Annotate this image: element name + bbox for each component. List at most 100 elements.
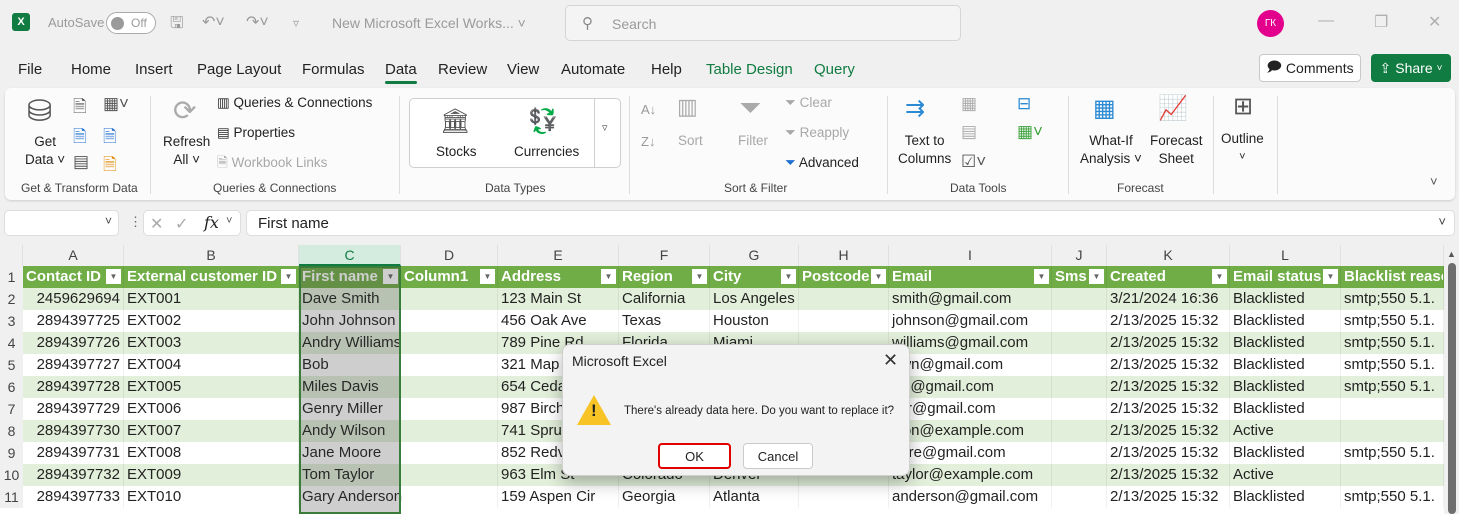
table-cell[interactable] <box>799 288 889 310</box>
undo-icon[interactable]: ↶˅ <box>202 12 225 32</box>
table-cell[interactable]: lson@example.com <box>889 420 1052 442</box>
table-header-cell[interactable]: Email status ▼ <box>1230 266 1341 288</box>
clear-filter-button[interactable]: ⏷ Clear <box>785 94 832 112</box>
sort-z-a-icon[interactable]: Z↓ <box>641 134 655 149</box>
table-cell[interactable]: williams@gmail.com <box>889 332 1052 354</box>
table-cell[interactable]: Blacklisted <box>1230 354 1341 376</box>
table-cell[interactable] <box>401 310 498 332</box>
column-header[interactable]: B <box>124 245 299 266</box>
row-header[interactable]: 2 <box>0 288 23 310</box>
table-cell[interactable]: 2/13/2025 15:32 <box>1107 332 1230 354</box>
table-cell[interactable]: Los Angeles <box>710 288 799 310</box>
table-cell[interactable]: own@gmail.com <box>889 354 1052 376</box>
table-cell[interactable]: Andy Wilson <box>299 420 401 442</box>
existing-connections-icon[interactable]: 🗎 <box>103 152 117 181</box>
workbook-links-button[interactable]: 🗎 Workbook Links <box>217 154 327 172</box>
table-header-cell[interactable]: Postcode ▼ <box>799 266 889 288</box>
table-cell[interactable] <box>401 464 498 486</box>
table-cell[interactable]: Texas <box>619 310 710 332</box>
filter-dropdown-icon[interactable]: ▼ <box>281 269 296 284</box>
table-cell[interactable]: Blacklisted <box>1230 310 1341 332</box>
insert-function-icon[interactable]: fx <box>204 213 219 232</box>
table-cell[interactable]: smtp;550 5.1. <box>1341 376 1444 398</box>
confirm-entry-icon[interactable]: ✓ <box>175 214 188 234</box>
table-cell[interactable]: 3/21/2024 16:36 <box>1107 288 1230 310</box>
table-cell[interactable]: 2/13/2025 15:32 <box>1107 420 1230 442</box>
table-cell[interactable]: 2894397733 <box>23 486 124 508</box>
table-cell[interactable]: Blacklisted <box>1230 442 1341 464</box>
table-header-cell[interactable]: City ▼ <box>710 266 799 288</box>
table-cell[interactable]: Active <box>1230 420 1341 442</box>
table-cell[interactable]: 123 Main St <box>498 288 619 310</box>
table-cell[interactable]: 2/13/2025 15:32 <box>1107 354 1230 376</box>
flash-fill-icon[interactable]: ▦ <box>961 94 977 114</box>
gallery-more-icon[interactable]: ▿ <box>602 121 608 134</box>
table-cell[interactable]: EXT001 <box>124 288 299 310</box>
tab-insert[interactable]: Insert <box>135 61 173 78</box>
table-cell[interactable]: 2/13/2025 15:32 <box>1107 486 1230 508</box>
table-cell[interactable]: EXT002 <box>124 310 299 332</box>
tab-page-layout[interactable]: Page Layout <box>197 61 281 78</box>
table-header-cell[interactable]: Region ▼ <box>619 266 710 288</box>
table-cell[interactable]: smtp;550 5.1. <box>1341 354 1444 376</box>
autosave-toggle[interactable]: Off <box>106 12 156 34</box>
scroll-up-icon[interactable]: ▲ <box>1447 249 1456 259</box>
table-cell[interactable]: John Johnson <box>299 310 401 332</box>
table-cell[interactable] <box>1052 420 1107 442</box>
column-header[interactable]: K <box>1107 245 1230 266</box>
table-cell[interactable]: 2/13/2025 15:32 <box>1107 398 1230 420</box>
table-cell[interactable]: oore@gmail.com <box>889 442 1052 464</box>
filter-dropdown-icon[interactable]: ▼ <box>1323 269 1338 284</box>
queries-connections-button[interactable]: ▥ Queries & Connections <box>217 94 372 112</box>
table-cell[interactable]: vis@gmail.com <box>889 376 1052 398</box>
table-cell[interactable]: 2894397725 <box>23 310 124 332</box>
filter-dropdown-icon[interactable]: ▼ <box>871 269 886 284</box>
table-header-cell[interactable]: Column1 ▼ <box>401 266 498 288</box>
table-cell[interactable]: Blacklisted <box>1230 332 1341 354</box>
tab-table-design[interactable]: Table Design <box>706 61 793 78</box>
row-header[interactable]: 7 <box>0 398 23 420</box>
recent-sources-icon[interactable]: 🗎 <box>103 124 117 153</box>
refresh-all-button[interactable]: Refresh All ˅ <box>163 133 210 169</box>
more-options-icon[interactable]: ⋮ <box>129 214 142 230</box>
relationships-icon[interactable]: ▦˅ <box>1017 122 1043 142</box>
properties-button[interactable]: ▤ Properties <box>217 124 295 142</box>
column-header[interactable]: J <box>1052 245 1107 266</box>
sort-a-z-icon[interactable]: A↓ <box>641 102 656 117</box>
table-cell[interactable] <box>799 486 889 508</box>
table-cell[interactable]: 2/13/2025 15:32 <box>1107 442 1230 464</box>
name-box[interactable]: ˅ <box>4 210 119 236</box>
table-cell[interactable] <box>799 310 889 332</box>
filter-dropdown-icon[interactable]: ▼ <box>480 269 495 284</box>
column-header[interactable]: E <box>498 245 619 266</box>
column-header[interactable]: D <box>401 245 498 266</box>
table-header-cell[interactable]: First name ▼ <box>299 266 401 288</box>
tab-help[interactable]: Help <box>651 61 682 78</box>
table-cell[interactable] <box>1052 398 1107 420</box>
table-cell[interactable] <box>401 354 498 376</box>
get-data-button[interactable]: Get Data ˅ <box>25 133 65 169</box>
data-validation-icon[interactable]: ☑˅ <box>961 152 986 172</box>
table-cell[interactable]: Bob <box>299 354 401 376</box>
table-header-cell[interactable]: Created ▼ <box>1107 266 1230 288</box>
row-header[interactable]: 1 <box>0 266 23 288</box>
table-cell[interactable]: 2/13/2025 15:32 <box>1107 376 1230 398</box>
table-cell[interactable]: EXT006 <box>124 398 299 420</box>
table-cell[interactable] <box>1052 332 1107 354</box>
sort-button[interactable]: Sort <box>678 132 703 150</box>
row-header[interactable]: 4 <box>0 332 23 354</box>
share-button[interactable]: ⇪ Share ˅ <box>1371 54 1451 82</box>
table-cell[interactable]: Genry Miller <box>299 398 401 420</box>
from-table-icon[interactable]: ▤ <box>73 152 89 172</box>
table-cell[interactable] <box>401 332 498 354</box>
table-cell[interactable] <box>1052 354 1107 376</box>
outline-button[interactable]: Outline ˅ <box>1221 130 1264 166</box>
table-cell[interactable] <box>1341 464 1444 486</box>
table-cell[interactable]: Jane Moore <box>299 442 401 464</box>
from-text-icon[interactable]: 🗎 <box>73 94 87 123</box>
table-cell[interactable]: Blacklisted <box>1230 398 1341 420</box>
consolidate-icon[interactable]: ⊟ <box>1017 94 1031 114</box>
table-cell[interactable]: 456 Oak Ave <box>498 310 619 332</box>
table-cell[interactable]: smtp;550 5.1. <box>1341 486 1444 508</box>
table-cell[interactable] <box>1052 310 1107 332</box>
